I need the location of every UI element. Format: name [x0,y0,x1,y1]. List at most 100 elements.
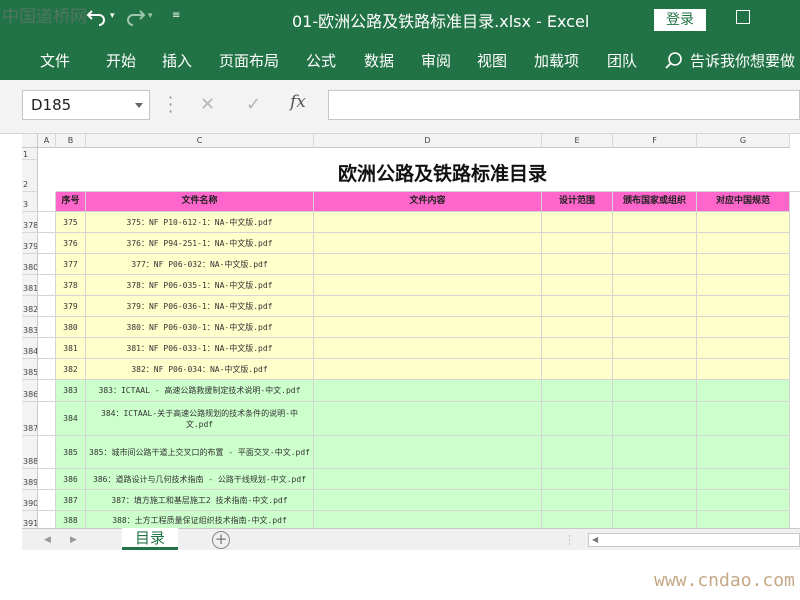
column-header[interactable]: A [38,134,56,148]
row-header[interactable]: 2 [22,160,38,192]
header-cell[interactable]: 文件名称 [86,192,314,212]
table-cell[interactable] [542,402,613,436]
column-header[interactable]: C [86,134,314,148]
table-cell[interactable] [314,380,542,402]
table-cell[interactable] [38,317,56,338]
table-cell[interactable]: 379：NF P06-036-1：NA-中文版.pdf [86,296,314,317]
row-header[interactable]: 3 [22,192,38,212]
table-cell[interactable] [542,469,613,490]
row-header[interactable]: 1 [22,148,38,160]
table-cell[interactable]: 376：NF P94-251-1：NA-中文版.pdf [86,233,314,254]
tab-file[interactable]: 文件 [40,50,70,71]
table-cell[interactable] [697,436,790,469]
table-cell[interactable] [697,233,790,254]
table-cell[interactable] [314,436,542,469]
column-header[interactable]: D [314,134,542,148]
table-cell[interactable] [613,275,697,296]
table-cell[interactable] [314,490,542,511]
select-all-corner[interactable] [22,134,38,148]
table-cell[interactable] [314,233,542,254]
row-header[interactable]: 379 [22,233,38,254]
table-cell[interactable] [38,436,56,469]
tab-data[interactable]: 数据 [364,50,394,71]
table-cell[interactable] [38,511,56,528]
table-cell[interactable] [38,490,56,511]
table-cell[interactable] [38,254,56,275]
table-cell[interactable] [38,296,56,317]
horizontal-scrollbar[interactable]: ◀ [588,533,800,547]
table-cell[interactable]: 388：土方工程质量保证组织技术指南-中文.pdf [86,511,314,528]
table-cell[interactable] [613,254,697,275]
table-cell[interactable]: 384：ICTAAL-关于高速公路规划的技术条件的说明-中文.pdf [86,402,314,436]
login-button[interactable]: 登录 [654,9,706,31]
table-cell[interactable] [38,402,56,436]
table-cell[interactable] [314,275,542,296]
table-cell[interactable] [697,317,790,338]
insert-function-button[interactable]: fx [290,92,306,112]
undo-button[interactable]: ▾ [86,6,115,26]
table-cell[interactable]: 381 [56,338,86,359]
table-cell[interactable] [613,359,697,380]
table-cell[interactable] [542,317,613,338]
tell-me-search[interactable]: 告诉我你想要做 [664,50,795,71]
table-cell[interactable] [697,402,790,436]
table-cell[interactable] [314,359,542,380]
table-cell[interactable]: 380 [56,317,86,338]
confirm-entry-button[interactable]: ✓ [246,94,261,115]
formula-input[interactable] [328,90,800,120]
table-cell[interactable] [38,380,56,402]
row-header[interactable]: 378 [22,212,38,233]
table-cell[interactable] [613,511,697,528]
table-cell[interactable] [314,469,542,490]
table-cell[interactable] [697,511,790,528]
table-cell[interactable] [542,296,613,317]
tab-add-ins[interactable]: 加载项 [534,50,579,71]
row-header[interactable]: 386 [22,380,38,402]
sheet-title-cell[interactable]: 欧洲公路及铁路标准目录 [338,159,547,186]
table-cell[interactable] [542,275,613,296]
row-header[interactable]: 384 [22,338,38,359]
sheet-split-grip-icon[interactable]: · · · [568,533,571,550]
table-cell[interactable]: 388 [56,511,86,528]
table-cell[interactable] [314,254,542,275]
table-cell[interactable]: 387 [56,490,86,511]
table-cell[interactable] [38,338,56,359]
table-cell[interactable]: 375：NF P10-612-1：NA-中文版.pdf [86,212,314,233]
scroll-left-icon[interactable]: ◀ [592,535,598,544]
table-cell[interactable] [697,380,790,402]
table-cell[interactable] [697,254,790,275]
table-cell[interactable] [314,402,542,436]
table-cell[interactable] [697,359,790,380]
table-cell[interactable]: 378：NF P06-035-1：NA-中文版.pdf [86,275,314,296]
row-header[interactable]: 385 [22,359,38,380]
tab-formulas[interactable]: 公式 [306,50,336,71]
table-cell[interactable] [697,490,790,511]
column-header[interactable]: B [56,134,86,148]
row-header[interactable]: 380 [22,254,38,275]
header-cell[interactable]: 颁布国家或组织 [613,192,697,212]
table-cell[interactable]: 377 [56,254,86,275]
table-cell[interactable] [38,233,56,254]
table-cell[interactable]: 377：NF P06-032：NA-中文版.pdf [86,254,314,275]
cancel-entry-button[interactable]: ✕ [200,94,215,115]
table-cell[interactable] [697,275,790,296]
row-header[interactable]: 383 [22,317,38,338]
table-cell[interactable] [613,380,697,402]
name-box[interactable]: D185 [22,90,150,120]
column-header[interactable]: G [697,134,790,148]
table-cell[interactable] [38,359,56,380]
table-cell[interactable] [697,469,790,490]
tab-insert[interactable]: 插入 [162,50,192,71]
table-cell[interactable]: 380：NF P06-030-1：NA-中文版.pdf [86,317,314,338]
tab-view[interactable]: 视图 [477,50,507,71]
table-cell[interactable]: 382：NF P06-034：NA-中文版.pdf [86,359,314,380]
header-cell[interactable] [38,192,56,212]
row-header[interactable]: 389 [22,469,38,490]
table-cell[interactable]: 385：城市间公路干道上交叉口的布置 - 平面交叉-中文.pdf [86,436,314,469]
tab-home[interactable]: 开始 [106,50,136,71]
table-cell[interactable]: 376 [56,233,86,254]
table-cell[interactable] [542,254,613,275]
table-cell[interactable]: 385 [56,436,86,469]
table-cell[interactable] [314,317,542,338]
header-cell[interactable]: 序号 [56,192,86,212]
